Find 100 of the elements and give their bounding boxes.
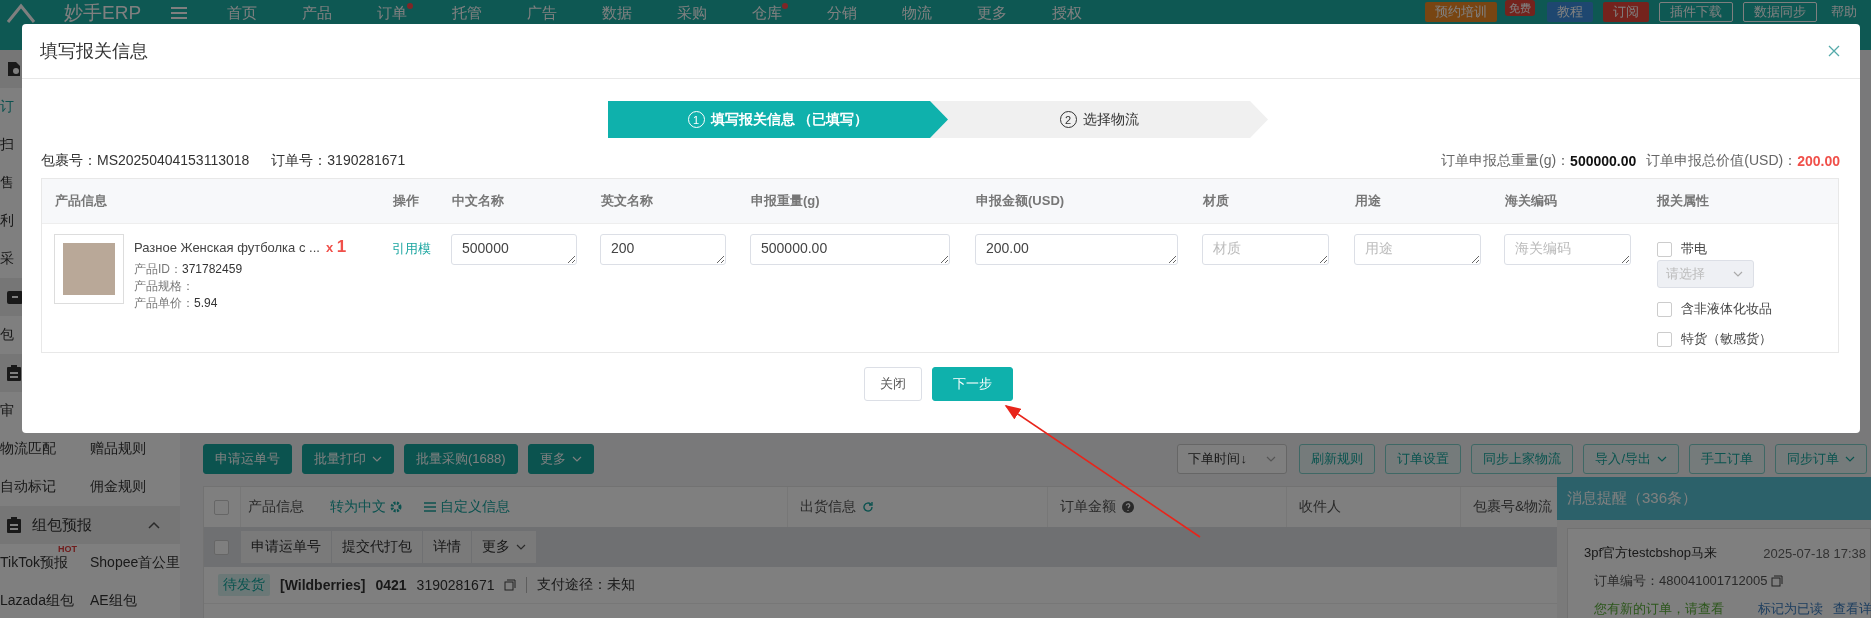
row-checkbox[interactable] (214, 539, 229, 555)
sidebar-item[interactable]: 物流匹配 (0, 440, 56, 456)
input-field[interactable]: 500000 (451, 234, 577, 265)
nav-link[interactable]: 授权 (1052, 2, 1128, 24)
nav-link[interactable]: 仓库 (752, 2, 828, 24)
wizard-step: 2 选择物流 (930, 101, 1268, 138)
column-header: 海关编码 (1505, 192, 1557, 210)
sidebar-section-title: 组包预报 (32, 515, 93, 535)
sidebar-item[interactable]: 包 (0, 326, 14, 342)
copy-icon[interactable] (1771, 575, 1784, 587)
nav-link[interactable]: 采购 (677, 2, 753, 24)
sidebar-item[interactable]: 利 (0, 212, 14, 228)
input-field[interactable]: 用途 (1354, 234, 1481, 265)
column-header: 报关属性 (1657, 192, 1709, 210)
column-header: 产品信息 (55, 192, 107, 210)
top-action-button[interactable]: 数据同步 (1743, 2, 1817, 22)
translate-link[interactable]: 转为中文 (330, 498, 386, 516)
sidebar-item[interactable]: AE组包 (90, 592, 137, 608)
input-field[interactable]: 海关编码 (1504, 234, 1631, 265)
nav-link[interactable]: 物流 (902, 2, 978, 24)
column-header: 包裹号&物流 (1473, 498, 1553, 516)
sidebar-item[interactable]: TikTok预报 (0, 554, 68, 570)
close-icon[interactable] (1828, 45, 1840, 57)
nav-link[interactable]: 订单 (377, 2, 453, 24)
top-action-button[interactable]: 订阅 (1603, 2, 1649, 22)
top-action-button[interactable]: 帮助 (1827, 2, 1861, 22)
toolbar-button[interactable]: 批量打印 (302, 444, 394, 474)
column-header: 订单金额 (1060, 498, 1116, 516)
checkbox[interactable] (1657, 241, 1672, 257)
settings-icon[interactable] (390, 501, 402, 513)
nav-link[interactable]: 首页 (227, 2, 303, 24)
sidebar-item[interactable]: 扫 (0, 136, 14, 152)
product-detail: 产品ID：371782459 (134, 261, 244, 278)
nav-link[interactable]: 产品 (302, 2, 378, 24)
sidebar-item[interactable]: Shopee首公里 (90, 554, 181, 570)
nav-link[interactable]: 数据 (602, 2, 678, 24)
menu-icon[interactable] (171, 7, 188, 19)
nav-link[interactable]: 分销 (827, 2, 903, 24)
toolbar-button[interactable]: 申请运单号 (203, 444, 292, 474)
input-field[interactable]: 500000.00 (750, 234, 950, 265)
free-badge: 免费 (1505, 0, 1535, 16)
nav-link[interactable]: 更多 (977, 2, 1053, 24)
bulk-action-button[interactable]: 详情 (423, 531, 471, 563)
toolbar-button[interactable]: 手工订单 (1689, 444, 1765, 474)
hot-label: HOT (58, 544, 77, 554)
toolbar-button[interactable]: 同步订单 (1775, 444, 1867, 474)
top-action-button[interactable]: 教程 (1547, 2, 1593, 22)
package-number: 包裹号：MS20250404153113018 (41, 152, 250, 170)
sidebar-item[interactable]: 审 (0, 402, 14, 418)
bulk-action-button[interactable]: 更多 (472, 531, 536, 563)
column-header: 收件人 (1299, 498, 1341, 516)
bulk-action-button[interactable]: 提交代打包 (332, 531, 422, 563)
order-code: 0421 (375, 577, 407, 593)
checkbox-label: 特货（敏感货） (1681, 330, 1772, 348)
custom-info-link[interactable]: 自定义信息 (440, 498, 510, 516)
toolbar-button[interactable]: 同步上家物流 (1471, 444, 1574, 474)
toolbar-button[interactable]: 刷新规则 (1299, 444, 1376, 474)
copy-icon[interactable] (504, 579, 517, 591)
toolbar-button[interactable]: 更多 (527, 444, 594, 474)
sidebar-item[interactable]: 售 (0, 174, 14, 190)
nav-link[interactable]: 托管 (452, 2, 528, 24)
order-number: 订单号：3190281671 (271, 152, 406, 170)
nav-link[interactable]: 广告 (527, 2, 603, 24)
select-all-checkbox[interactable] (214, 499, 229, 515)
sidebar-item[interactable]: 订 (0, 98, 14, 114)
column-header: 操作 (393, 192, 419, 210)
total-value-label: 订单申报总价值(USD)： (1646, 152, 1798, 170)
input-field[interactable]: 材质 (1202, 234, 1329, 265)
toolbar-button[interactable]: 导入/导出 (1583, 444, 1679, 474)
checkbox[interactable] (1657, 301, 1672, 317)
message-link[interactable]: 查看详 (1833, 600, 1871, 618)
column-header: 中文名称 (452, 192, 504, 210)
message-link[interactable]: 标记为已读 (1758, 600, 1823, 618)
caret-icon (1266, 456, 1277, 462)
input-field[interactable]: 200.00 (975, 234, 1178, 265)
document-gear-icon (6, 61, 22, 77)
input-field[interactable]: 200 (600, 234, 726, 265)
help-icon[interactable] (1122, 501, 1134, 513)
bulk-action-button[interactable]: 申请运单号 (241, 531, 331, 563)
sidebar-item[interactable]: Lazada组包 (0, 592, 74, 608)
message-time: 2025-07-18 17:38 (1763, 545, 1866, 561)
order-number: 订单编号：480041001712005 (1594, 572, 1768, 590)
sidebar-section-header[interactable]: 组包预报 (0, 506, 180, 544)
chevron-up-icon[interactable] (148, 521, 160, 529)
dialog-title: 填写报关信息 (40, 40, 148, 63)
close-button[interactable]: 关闭 (863, 367, 922, 401)
column-header: 材质 (1203, 192, 1229, 210)
sidebar-item[interactable]: 赠品规则 (90, 440, 146, 456)
order-number: 3190281671 (416, 577, 495, 593)
toolbar-button[interactable]: 订单设置 (1385, 444, 1462, 474)
refresh-icon[interactable] (862, 501, 874, 513)
sort-select[interactable]: 下单时间↓ (1177, 444, 1288, 474)
next-button[interactable]: 下一步 (931, 367, 1013, 401)
sidebar-item[interactable]: 佣金规则 (90, 478, 146, 494)
checkbox[interactable] (1657, 331, 1672, 347)
top-action-button[interactable]: 插件下载 (1659, 2, 1733, 22)
toolbar-button[interactable]: 批量采购(1688) (404, 444, 518, 474)
apply-template-link[interactable]: 引用模 (392, 241, 431, 256)
sidebar-item[interactable]: 采 (0, 250, 14, 266)
sidebar-item[interactable]: 自动标记 (0, 478, 56, 494)
